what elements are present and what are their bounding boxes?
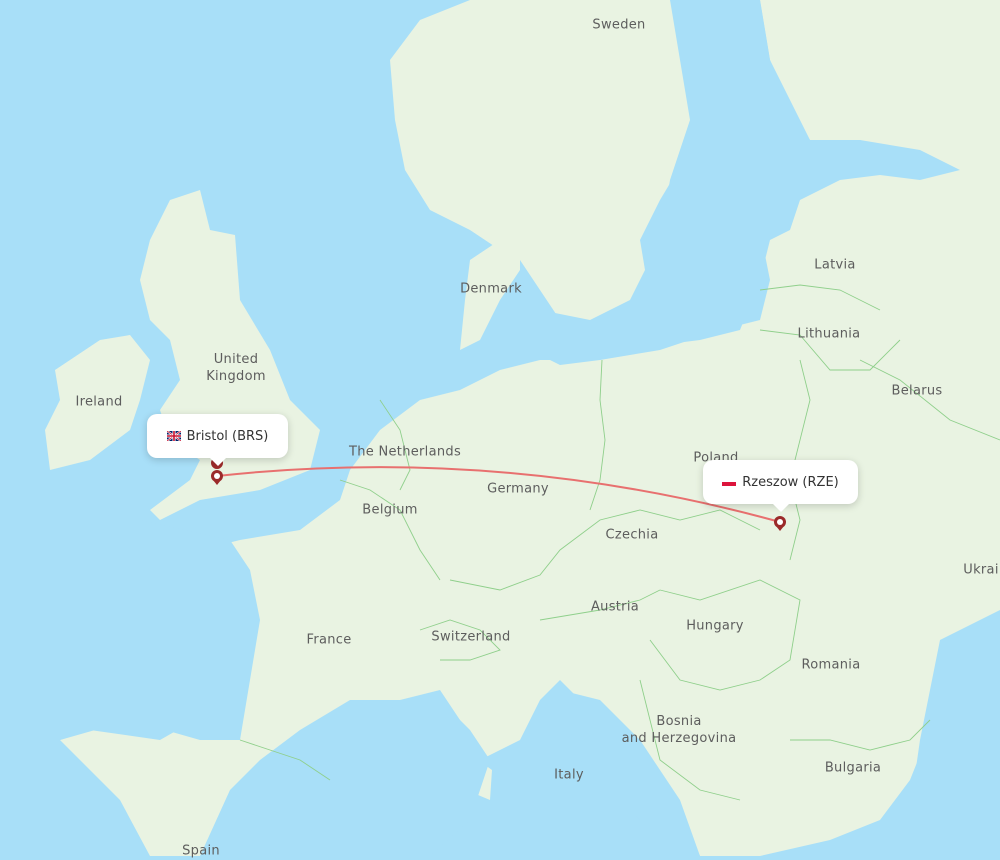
country-label-switzerland: Switzerland (431, 629, 511, 645)
country-label-denmark: Denmark (460, 281, 522, 297)
country-label-lithuania: Lithuania (797, 326, 861, 342)
origin-airport-label: Bristol (BRS) (186, 428, 269, 444)
country-label-belarus: Belarus (891, 383, 943, 399)
bosnia-label-line-2: and Herzegovina (621, 731, 737, 746)
country-label-spain: Spain (182, 843, 220, 859)
country-label-united-kingdom: United Kingdom (206, 351, 266, 385)
uk-label-line-1: United (213, 352, 259, 367)
destination-airport-label: Rzeszow (RZE) (742, 474, 839, 490)
origin-airport-popup[interactable]: Bristol (BRS) (147, 414, 288, 466)
destination-airport-popup[interactable]: Rzeszow (RZE) (703, 460, 858, 512)
country-label-romania: Romania (801, 657, 861, 673)
country-label-bosnia: Bosnia and Herzegovina (622, 713, 737, 747)
country-label-bulgaria: Bulgaria (824, 760, 882, 776)
uk-flag-icon (166, 431, 181, 441)
country-label-austria: Austria (590, 599, 640, 615)
country-label-czechia: Czechia (605, 527, 659, 543)
country-label-latvia: Latvia (814, 257, 856, 273)
country-label-france: France (306, 632, 352, 648)
country-label-germany: Germany (487, 481, 549, 497)
country-label-the-netherlands: The Netherlands (348, 444, 462, 460)
country-label-ireland: Ireland (75, 394, 123, 410)
country-label-italy: Italy (554, 767, 584, 783)
country-label-hungary: Hungary (686, 618, 744, 634)
country-label-ukraine: Ukrai (963, 562, 999, 578)
bosnia-label-line-1: Bosnia (656, 714, 702, 729)
poland-flag-icon (722, 479, 737, 486)
origin-pin-hole (214, 473, 220, 479)
destination-pin-hole (777, 519, 783, 525)
country-label-sweden: Sweden (592, 17, 646, 33)
country-label-belgium: Belgium (362, 502, 418, 518)
uk-label-line-2: Kingdom (206, 369, 266, 384)
